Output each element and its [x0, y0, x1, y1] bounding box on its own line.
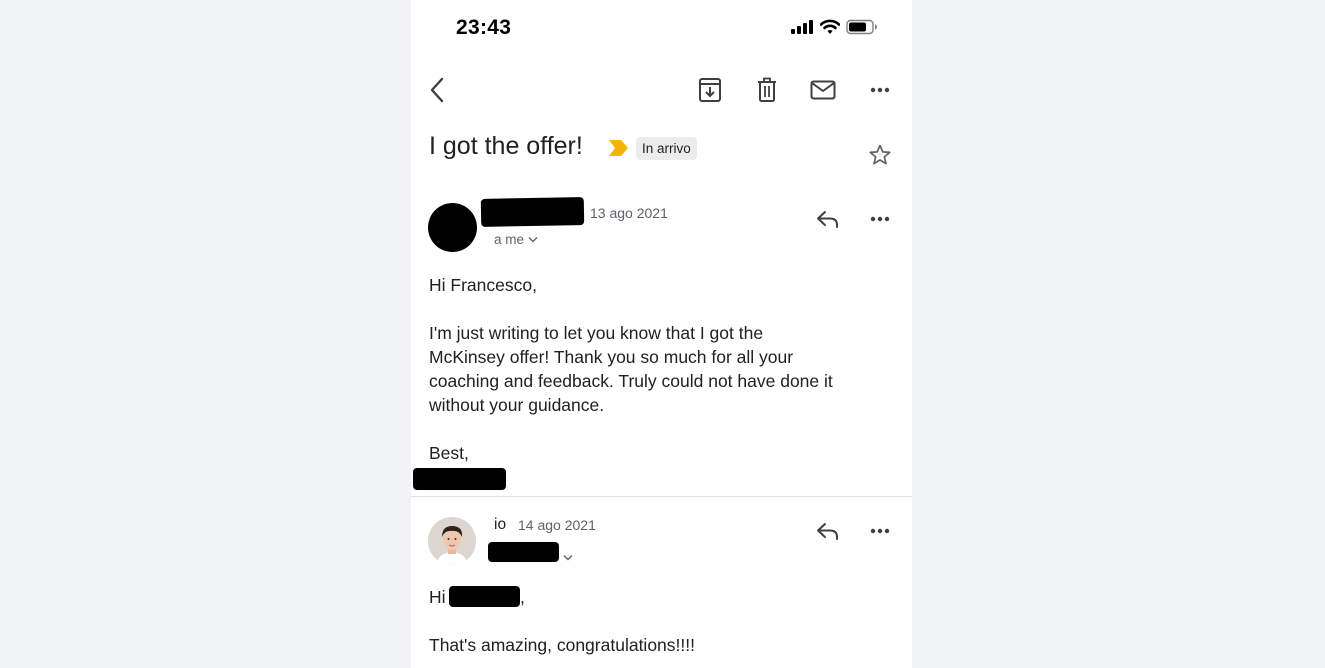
- email-detail-screen: 23:43 I got the offer! In arrivo 13 ago …: [411, 0, 912, 668]
- message-signoff: Best,: [429, 443, 469, 463]
- archive-icon[interactable]: [696, 76, 724, 104]
- wifi-icon: [819, 19, 841, 40]
- chevron-down-icon: [528, 237, 538, 243]
- star-icon[interactable]: [867, 142, 893, 168]
- status-icons: [790, 19, 878, 40]
- label-chip-inbox[interactable]: In arrivo: [636, 137, 697, 160]
- recipient-name-redacted: [449, 586, 520, 607]
- signature-redacted: [413, 468, 506, 490]
- battery-icon: [846, 19, 878, 40]
- sender-name-redacted: [480, 197, 585, 227]
- cellular-signal-icon: [790, 19, 814, 40]
- reply-body-line: That's amazing, congratulations!!!!: [429, 635, 695, 655]
- message-body: I'm just writing to let you know that I …: [429, 321, 899, 417]
- user-avatar[interactable]: [428, 517, 476, 565]
- message-more-options-icon[interactable]: [867, 211, 893, 227]
- message-body-line: without your guidance.: [429, 395, 605, 415]
- importance-marker-icon[interactable]: [608, 139, 630, 162]
- chevron-down-icon[interactable]: [563, 548, 573, 566]
- delete-icon[interactable]: [753, 76, 781, 104]
- sender-name: io: [494, 516, 507, 533]
- status-time: 23:43: [456, 16, 512, 39]
- recipient-redacted: [488, 542, 559, 562]
- email-subject: I got the offer!: [429, 132, 583, 160]
- message-divider: [411, 496, 912, 497]
- message-body-line: I'm just writing to let you know that I …: [429, 323, 764, 343]
- back-arrow-icon[interactable]: [425, 75, 449, 105]
- recipient-details-toggle[interactable]: a me: [494, 232, 538, 247]
- more-options-icon[interactable]: [867, 82, 893, 98]
- mark-unread-icon[interactable]: [809, 78, 837, 102]
- reply-greeting-prefix: Hi: [429, 587, 446, 607]
- message-greeting: Hi Francesco,: [429, 275, 537, 295]
- message-date: 14 ago 2021: [518, 517, 596, 533]
- reply-icon[interactable]: [814, 206, 842, 232]
- message-date: 13 ago 2021: [590, 205, 668, 221]
- message-body-line: McKinsey offer! Thank you so much for al…: [429, 347, 794, 367]
- sender-avatar-redacted[interactable]: [428, 203, 477, 252]
- recipient-label: a me: [494, 232, 525, 247]
- message-body-line: coaching and feedback. Truly could not h…: [429, 371, 833, 391]
- reply-greeting-suffix: ,: [520, 587, 525, 607]
- reply-icon[interactable]: [814, 518, 842, 544]
- message-more-options-icon[interactable]: [867, 523, 893, 539]
